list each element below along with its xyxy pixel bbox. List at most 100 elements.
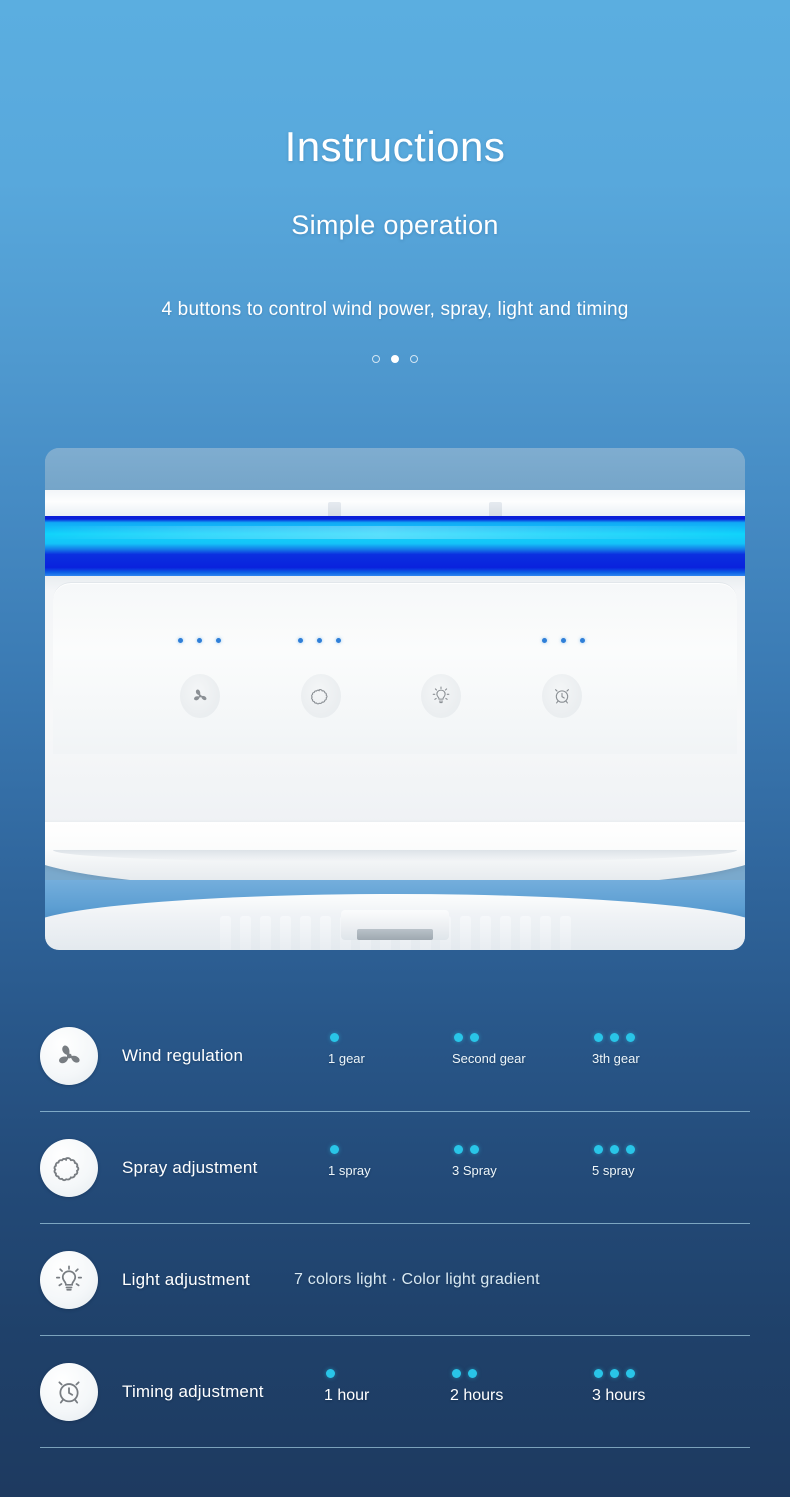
level-dots xyxy=(592,1032,640,1042)
level-dot xyxy=(594,1144,603,1154)
led-indicator xyxy=(317,638,322,643)
level-dot xyxy=(326,1368,335,1378)
feature-row-timing: Timing adjustment 1 hour 2 hours 3 hours xyxy=(40,1336,750,1448)
level-dot xyxy=(330,1144,339,1154)
level-dot xyxy=(594,1032,603,1042)
page-title: Instructions xyxy=(284,123,506,170)
level-dot xyxy=(610,1032,619,1042)
level-dot xyxy=(610,1144,619,1154)
level-dots xyxy=(328,1144,371,1154)
led-indicator xyxy=(216,638,221,643)
panel-light-button[interactable] xyxy=(421,674,461,718)
page-header: Instructions Simple operation 4 buttons … xyxy=(0,0,790,364)
pagination-dot-2-active[interactable] xyxy=(391,355,399,364)
level-text: Second gear xyxy=(452,1050,526,1066)
product-top-shadow-band xyxy=(45,448,745,490)
led-group-wind xyxy=(178,638,221,643)
feature-label: Timing adjustment xyxy=(122,1381,264,1401)
feature-list: Wind regulation 1 gear Second gear 3th g… xyxy=(40,1000,750,1448)
bezel-tab-left xyxy=(328,502,341,516)
grille-center-mount xyxy=(341,910,449,940)
grille-slat xyxy=(459,916,471,950)
level-text: 1 spray xyxy=(328,1162,371,1178)
bezel-tab-right xyxy=(489,502,502,516)
panel-fan-button[interactable] xyxy=(180,674,220,718)
grille-slat xyxy=(299,916,311,950)
product-image-card xyxy=(45,448,745,950)
led-indicator xyxy=(197,638,202,643)
level-text: 5 spray xyxy=(592,1162,635,1178)
bulb-icon xyxy=(40,1250,98,1309)
level-text: 3 hours xyxy=(592,1386,646,1404)
grille-slat xyxy=(279,916,291,950)
level-text: 3 Spray xyxy=(452,1162,497,1178)
level-dot xyxy=(454,1032,463,1042)
level-dots xyxy=(452,1032,526,1042)
feature-label: Light adjustment xyxy=(122,1269,250,1289)
grille-slat xyxy=(479,916,491,950)
level-item: Second gear xyxy=(452,1032,526,1066)
level-dot xyxy=(626,1144,635,1154)
alarm-clock-icon xyxy=(40,1362,98,1421)
panel-spray-button[interactable] xyxy=(301,674,341,718)
level-item: 3 Spray xyxy=(452,1144,497,1178)
air-outlet-grille xyxy=(45,894,745,950)
level-dot xyxy=(470,1144,479,1154)
level-dot xyxy=(610,1368,619,1378)
led-indicator xyxy=(298,638,303,643)
led-indicator xyxy=(561,638,566,643)
fan-icon xyxy=(189,685,211,707)
page-tagline: 4 buttons to control wind power, spray, … xyxy=(161,299,629,321)
feature-label: Wind regulation xyxy=(122,1045,244,1065)
pagination-dot-1[interactable] xyxy=(372,355,380,364)
grille-slat xyxy=(499,916,511,950)
product-led-light-strip xyxy=(45,516,745,576)
alarm-clock-icon xyxy=(551,685,573,707)
level-item: 1 spray xyxy=(328,1144,371,1178)
level-dot xyxy=(330,1032,339,1042)
led-group-timing xyxy=(542,638,585,643)
feature-row-light: Light adjustment 7 colors light · Color … xyxy=(40,1224,750,1336)
feature-levels: 1 hour 2 hours 3 hours xyxy=(292,1363,750,1421)
feature-label: Spray adjustment xyxy=(122,1157,258,1177)
grille-slat xyxy=(239,916,251,950)
panel-timer-button[interactable] xyxy=(542,674,582,718)
level-item: 5 spray xyxy=(592,1144,635,1178)
level-item: 3 hours xyxy=(592,1368,646,1405)
level-dots xyxy=(592,1368,645,1378)
level-dot xyxy=(468,1368,477,1378)
level-item: 2 hours xyxy=(450,1368,504,1405)
fan-icon xyxy=(40,1026,98,1085)
level-text: 1 hour xyxy=(324,1386,370,1404)
level-item: 1 hour xyxy=(324,1368,370,1405)
bulb-icon xyxy=(430,685,452,707)
level-dots xyxy=(592,1144,635,1154)
level-dots xyxy=(328,1032,365,1042)
product-lower-grille-area xyxy=(45,880,745,950)
pagination-dot-3[interactable] xyxy=(410,355,418,364)
grille-slat xyxy=(519,916,531,950)
level-text: 2 hours xyxy=(450,1386,504,1404)
page-subtitle: Simple operation xyxy=(291,210,499,241)
level-item: 1 gear xyxy=(328,1032,365,1066)
carousel-pagination[interactable] xyxy=(0,355,790,364)
feature-levels: 1 spray 3 Spray 5 spray xyxy=(292,1139,750,1197)
level-dot xyxy=(594,1368,603,1378)
level-dots xyxy=(324,1368,369,1378)
grille-slat xyxy=(319,916,331,950)
touch-button-row xyxy=(45,674,745,730)
level-dots xyxy=(450,1368,503,1378)
mist-icon xyxy=(310,685,332,707)
product-upper-bezel xyxy=(45,490,745,516)
grille-slat xyxy=(559,916,571,950)
level-text: 1 gear xyxy=(328,1050,365,1066)
indicator-led-row xyxy=(45,638,745,652)
feature-row-spray: Spray adjustment 1 spray 3 Spray 5 spray xyxy=(40,1112,750,1224)
level-dot xyxy=(626,1032,635,1042)
feature-levels: 1 gear Second gear 3th gear xyxy=(292,1027,750,1085)
level-dot xyxy=(626,1368,635,1378)
led-indicator xyxy=(542,638,547,643)
level-dots xyxy=(452,1144,497,1154)
mist-icon xyxy=(40,1138,98,1197)
level-dot xyxy=(470,1032,479,1042)
